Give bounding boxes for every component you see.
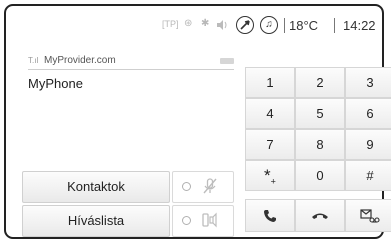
phone-to-speaker-icon [202,212,217,228]
hang-up-button[interactable] [295,199,345,232]
call-list-button-label: Híváslista [67,213,125,228]
traffic-program-indicator: [TP] [162,19,179,29]
temperature-readout: 18°C [289,18,319,33]
key-3[interactable]: 3 [345,67,391,98]
battery-icon [220,58,234,64]
bluetooth-icon: ✱ [201,18,210,29]
connected-phone-name: MyPhone [28,76,83,91]
voicemail-icon [360,209,380,223]
status-bar: [TP] ⊛ ✱ ♫ 18°C 14:22 [6,6,382,46]
phone-call-icon [264,210,276,222]
voicemail-button[interactable] [345,199,391,232]
contacts-button[interactable]: Kontaktok [22,171,170,203]
status-divider [284,18,285,33]
key-9[interactable]: 9 [345,129,391,160]
provider-name: MyProvider.com [44,55,116,66]
music-icon[interactable]: ♫ [260,16,278,34]
key-0[interactable]: 0 [295,160,345,191]
navigation-compass-icon[interactable] [236,16,254,34]
call-button[interactable] [245,199,295,232]
microphone-mute-icon [203,178,217,194]
key-star[interactable]: *+ [245,160,295,191]
key-6[interactable]: 6 [345,98,391,129]
clock: 14:22 [343,18,376,33]
key-4[interactable]: 4 [245,98,295,129]
key-7[interactable]: 7 [245,129,295,160]
key-8[interactable]: 8 [295,129,345,160]
handsfree-toggle[interactable] [172,205,234,237]
network-provider-row: T.ıl MyProvider.com [28,55,234,70]
call-list-button[interactable]: Híváslista [22,205,170,237]
status-divider [334,18,335,33]
key-2[interactable]: 2 [295,67,345,98]
volume-icon [217,20,227,30]
key-star-symbol: * [264,166,271,185]
hang-up-icon [312,213,328,219]
key-1[interactable]: 1 [245,67,295,98]
toggle-indicator [182,182,191,191]
mute-microphone-toggle[interactable] [172,171,234,203]
satellite-icon: ⊛ [184,18,193,29]
key-hash[interactable]: # [345,160,391,191]
key-5[interactable]: 5 [295,98,345,129]
contacts-button-label: Kontaktok [67,179,125,194]
key-star-plus: + [270,176,276,187]
toggle-indicator [182,216,191,225]
phone-screen: [TP] ⊛ ✱ ♫ 18°C 14:22 T.ıl MyProvider.co… [4,4,391,239]
signal-strength-icon: T.ıl [28,56,39,65]
